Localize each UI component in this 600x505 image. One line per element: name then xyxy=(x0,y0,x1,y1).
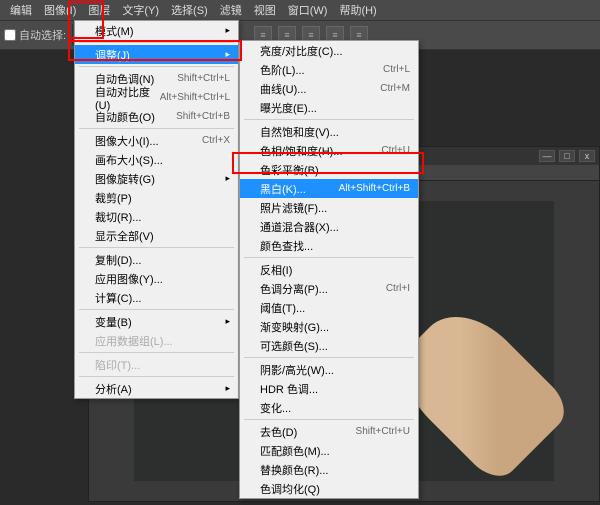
menubar-filter[interactable]: 滤镜 xyxy=(214,1,248,19)
menu-item-calculations[interactable]: 计算(C)... xyxy=(75,288,238,307)
menu-item-levels[interactable]: 色阶(L)...Ctrl+L xyxy=(240,60,418,79)
menu-item-reveal-all[interactable]: 显示全部(V) xyxy=(75,226,238,245)
menu-item-hdr-toning[interactable]: HDR 色调... xyxy=(240,379,418,398)
menu-item-trap: 陷印(T)... xyxy=(75,355,238,374)
menu-item-photo-filter[interactable]: 照片滤镜(F)... xyxy=(240,198,418,217)
menu-item-desaturate[interactable]: 去色(D)Shift+Ctrl+U xyxy=(240,422,418,441)
menu-item-color-balance[interactable]: 色彩平衡(B)... xyxy=(240,160,418,179)
menu-item-analysis[interactable]: 分析(A)▸ xyxy=(75,379,238,398)
menu-item-adjustments[interactable]: 调整(J)▸ xyxy=(75,45,238,64)
menu-item-rotation[interactable]: 图像旋转(G)▸ xyxy=(75,169,238,188)
menubar-select[interactable]: 选择(S) xyxy=(165,1,214,19)
menu-item-trim[interactable]: 裁切(R)... xyxy=(75,207,238,226)
menu-item-apply-image[interactable]: 应用图像(Y)... xyxy=(75,269,238,288)
menubar-layer[interactable]: 图层 xyxy=(82,1,116,19)
menu-item-image-size[interactable]: 图像大小(I)...Ctrl+X xyxy=(75,131,238,150)
menu-item-posterize[interactable]: 色调分离(P)...Ctrl+I xyxy=(240,279,418,298)
image-menu-dropdown: 模式(M)▸ 调整(J)▸ 自动色调(N)Shift+Ctrl+L 自动对比度(… xyxy=(74,20,239,399)
menu-item-hue-saturation[interactable]: 色相/饱和度(H)...Ctrl+U xyxy=(240,141,418,160)
maximize-button[interactable]: □ xyxy=(559,150,575,162)
minimize-button[interactable]: — xyxy=(539,150,555,162)
menubar-window[interactable]: 窗口(W) xyxy=(282,1,334,19)
menubar-file[interactable]: 编辑 xyxy=(4,1,38,19)
menu-item-exposure[interactable]: 曝光度(E)... xyxy=(240,98,418,117)
menu-item-variations[interactable]: 变化... xyxy=(240,398,418,417)
menu-item-auto-color[interactable]: 自动颜色(O)Shift+Ctrl+B xyxy=(75,107,238,126)
menubar-image[interactable]: 图像(I) xyxy=(38,1,82,19)
menubar-help[interactable]: 帮助(H) xyxy=(333,1,382,19)
menu-item-equalize[interactable]: 色调均化(Q) xyxy=(240,479,418,498)
menu-item-black-white[interactable]: 黑白(K)...Alt+Shift+Ctrl+B xyxy=(240,179,418,198)
menu-item-crop[interactable]: 裁剪(P) xyxy=(75,188,238,207)
menu-bar: 编辑 图像(I) 图层 文字(Y) 选择(S) 滤镜 视图 窗口(W) 帮助(H… xyxy=(0,0,600,20)
menu-item-auto-contrast[interactable]: 自动对比度(U)Alt+Shift+Ctrl+L xyxy=(75,88,238,107)
menubar-view[interactable]: 视图 xyxy=(248,1,282,19)
auto-select-checkbox[interactable]: 自动选择: xyxy=(4,27,66,43)
menu-item-variables[interactable]: 变量(B)▸ xyxy=(75,312,238,331)
menu-item-shadows-highlights[interactable]: 阴影/高光(W)... xyxy=(240,360,418,379)
menu-item-invert[interactable]: 反相(I) xyxy=(240,260,418,279)
menu-item-gradient-map[interactable]: 渐变映射(G)... xyxy=(240,317,418,336)
menu-item-selective-color[interactable]: 可选颜色(S)... xyxy=(240,336,418,355)
menu-item-apply-dataset: 应用数据组(L)... xyxy=(75,331,238,350)
menu-item-canvas-size[interactable]: 画布大小(S)... xyxy=(75,150,238,169)
menu-item-threshold[interactable]: 阈值(T)... xyxy=(240,298,418,317)
menu-item-color-lookup[interactable]: 颜色查找... xyxy=(240,236,418,255)
close-button[interactable]: x xyxy=(579,150,595,162)
adjustments-submenu: 亮度/对比度(C)... 色阶(L)...Ctrl+L 曲线(U)...Ctrl… xyxy=(239,40,419,499)
menu-item-vibrance[interactable]: 自然饱和度(V)... xyxy=(240,122,418,141)
menu-item-replace-color[interactable]: 替换颜色(R)... xyxy=(240,460,418,479)
menu-item-mode[interactable]: 模式(M)▸ xyxy=(75,21,238,40)
menu-item-brightness-contrast[interactable]: 亮度/对比度(C)... xyxy=(240,41,418,60)
menu-item-curves[interactable]: 曲线(U)...Ctrl+M xyxy=(240,79,418,98)
menu-item-channel-mixer[interactable]: 通道混合器(X)... xyxy=(240,217,418,236)
menubar-text[interactable]: 文字(Y) xyxy=(116,1,165,19)
menu-item-match-color[interactable]: 匹配颜色(M)... xyxy=(240,441,418,460)
menu-item-duplicate[interactable]: 复制(D)... xyxy=(75,250,238,269)
